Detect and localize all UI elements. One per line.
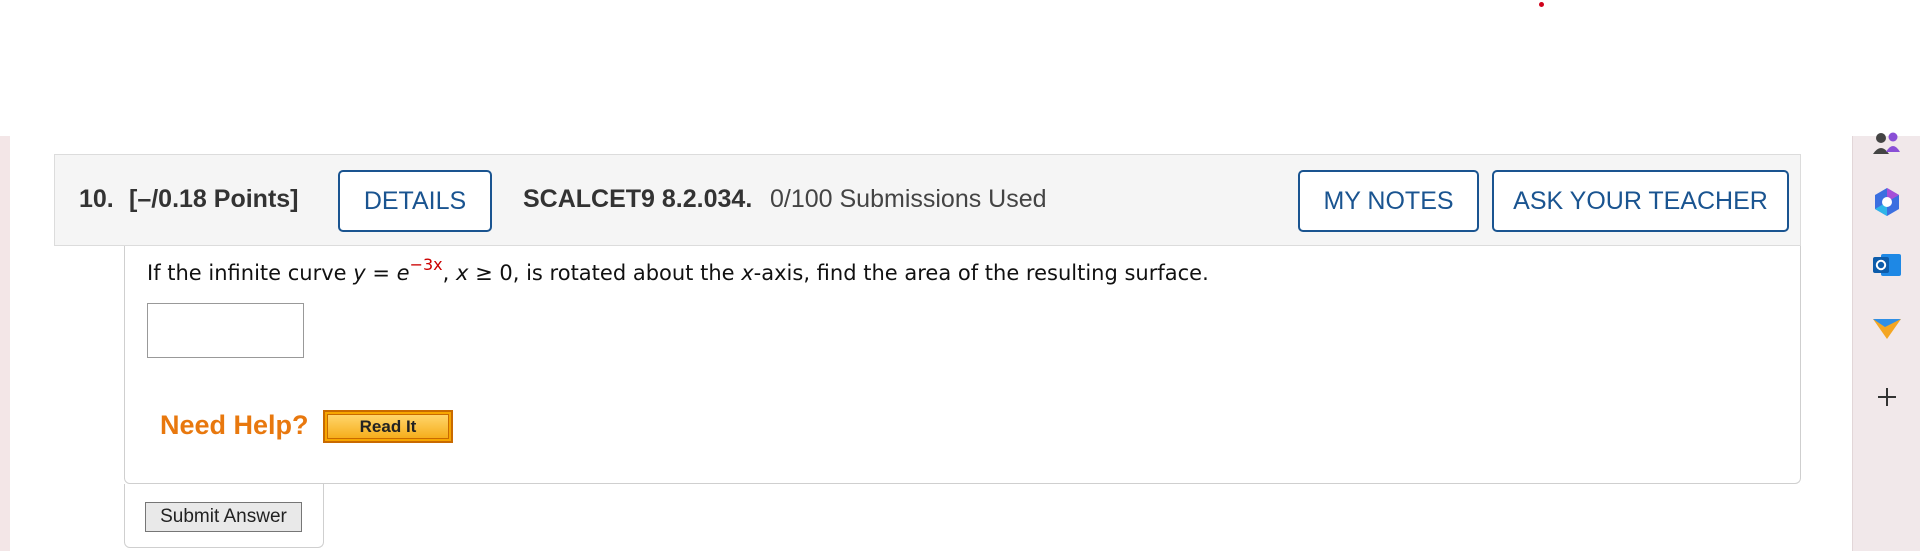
details-button[interactable]: DETAILS	[338, 170, 492, 232]
submissions-used: 0/100 Submissions Used	[770, 185, 1047, 213]
notification-dot	[1539, 2, 1544, 7]
people-icon[interactable]	[1870, 128, 1904, 162]
read-it-button[interactable]: Read It	[323, 410, 453, 443]
question-header: 10. [–/0.18 Points] DETAILS SCALCET9 8.2…	[54, 154, 1801, 246]
question-code: SCALCET9 8.2.034.	[523, 185, 753, 213]
outlook-icon[interactable]	[1870, 248, 1904, 282]
left-edge-strip	[0, 136, 10, 551]
answer-input[interactable]	[147, 303, 304, 358]
need-help-label: Need Help?	[160, 410, 309, 440]
ask-teacher-button[interactable]: ASK YOUR TEACHER	[1492, 170, 1789, 232]
browser-top-area	[0, 0, 1920, 136]
question-points: [–/0.18 Points]	[129, 185, 299, 213]
question-text: If the infinite curve y = e−3x, x ≥ 0, i…	[147, 255, 1209, 285]
my-notes-button[interactable]: MY NOTES	[1298, 170, 1479, 232]
question-number: 10.	[79, 185, 114, 213]
exponent: −3x	[409, 255, 443, 274]
send-icon[interactable]	[1870, 311, 1904, 345]
copilot-icon[interactable]	[1870, 185, 1904, 219]
read-it-label: Read It	[327, 414, 449, 439]
submit-answer-button[interactable]: Submit Answer	[145, 502, 302, 532]
add-icon[interactable]	[1870, 380, 1904, 414]
